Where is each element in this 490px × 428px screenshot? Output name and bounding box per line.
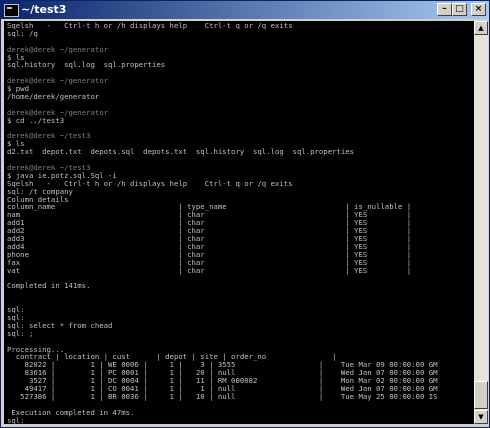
vertical-scrollbar[interactable]: ▲ ▼ [474, 21, 488, 424]
terminal-line: $ cd ../test3 [7, 115, 65, 125]
terminal-output[interactable]: Sqelsh - Ctrl-t h or /h displays help Ct… [4, 21, 474, 424]
window-title: ~/test3 [21, 3, 67, 16]
terminal-line: sql: [7, 305, 25, 315]
shell-prompt-line: derek@derek ~/generator [7, 44, 109, 54]
close-button[interactable]: × [471, 3, 486, 16]
terminal-icon[interactable] [4, 4, 19, 17]
terminal-line: d2.txt depot.txt depots.sql depots.txt s… [7, 147, 355, 157]
terminal-line: sql: select * from chead [7, 320, 113, 330]
terminal-line: sql: [7, 415, 25, 424]
terminal-line: sql: /q [7, 28, 38, 38]
scroll-down-arrow-icon[interactable]: ▼ [474, 410, 488, 424]
terminal-line: /home/derek/generator [7, 92, 100, 102]
shell-prompt-line: derek@derek ~/generator [7, 76, 109, 86]
terminal-line: Sqelsh - Ctrl-t h or /h displays help Ct… [7, 21, 293, 30]
terminal-window: ~/test3 – □ × Sqelsh - Ctrl-t h or /h di… [0, 0, 490, 428]
terminal-line: vat | char | YES | [7, 265, 412, 275]
scroll-up-arrow-icon[interactable]: ▲ [474, 21, 488, 35]
maximize-button[interactable]: □ [452, 3, 467, 16]
terminal-line: sql.history sql.log sql.properties [7, 60, 166, 70]
scrollbar-thumb[interactable] [474, 381, 488, 409]
terminal-line: Completed in 141ms. [7, 281, 91, 291]
terminal-line: sql: ; [7, 328, 34, 338]
terminal-line: Sqelsh - Ctrl-t h or /h displays help Ct… [7, 178, 293, 188]
title-bar[interactable]: ~/test3 – □ × [1, 1, 489, 19]
terminal-line: Execution completed in 47ms. [7, 407, 135, 417]
terminal-line: 527386 | 1 | BR 0036 | 1 | 10 | null | T… [7, 391, 438, 401]
shell-prompt-line: derek@derek ~/generator [7, 107, 109, 117]
minimize-button[interactable]: – [437, 3, 452, 16]
terminal-line: sql: /t company [7, 186, 73, 196]
terminal-lines: Sqelsh - Ctrl-t h or /h displays help Ct… [7, 22, 474, 424]
shell-prompt-line: derek@derek ~/test3 [7, 131, 91, 141]
